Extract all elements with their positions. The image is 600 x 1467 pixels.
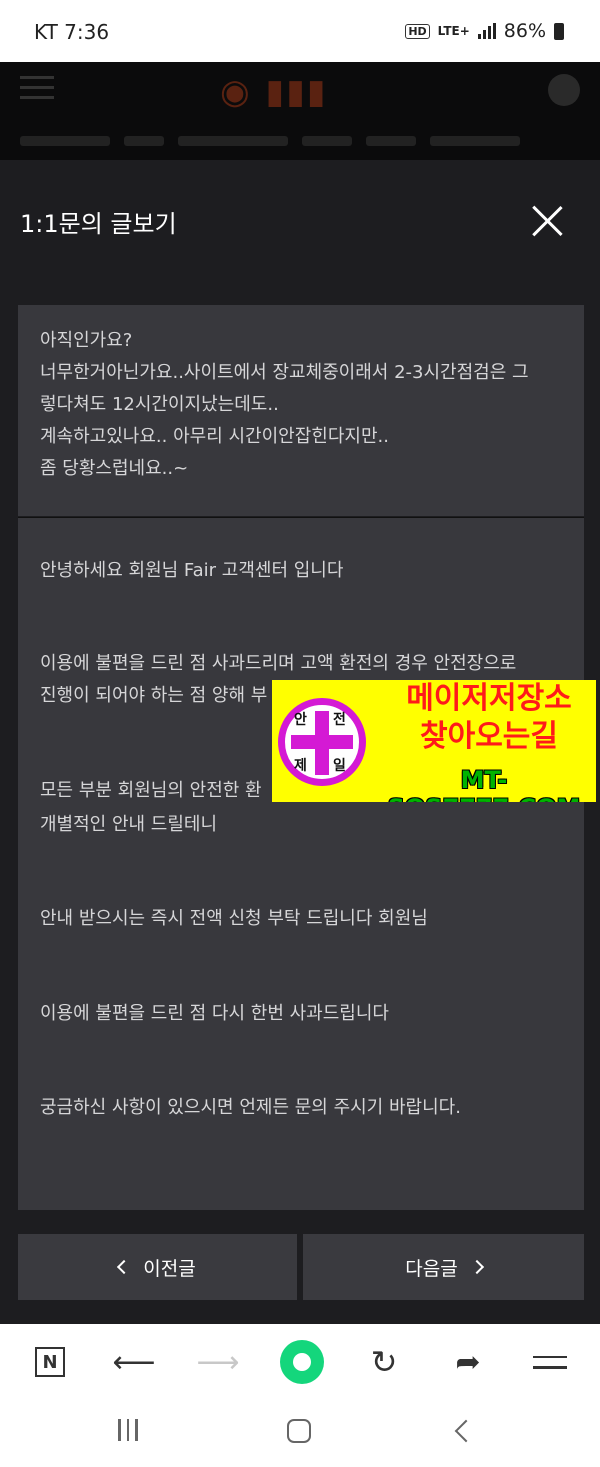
forward-button[interactable]: ⟶ <box>196 1342 240 1382</box>
answer-line: 안녕하세요 회원님 Fair 고객센터 입니다 <box>40 560 344 581</box>
question-line: 아직인가요? <box>40 330 133 351</box>
answer-line: 모든 부분 회원님의 안전한 환 <box>40 780 262 801</box>
answer-line: 이용에 불편을 드린 점 다시 한번 사과드립니다 <box>40 1003 389 1024</box>
chevron-right-icon <box>469 1259 484 1275</box>
hamburger-icon <box>20 76 54 104</box>
next-post-label: 다음글 <box>405 1257 458 1280</box>
answer-box: 안녕하세요 회원님 Fair 고객센터 입니다 이용에 불편을 드린 점 사과드… <box>18 517 584 1210</box>
system-nav-bar <box>0 1399 600 1467</box>
question-line: 좀 당황스럽네요..~ <box>40 458 189 479</box>
question-line: 렇다쳐도 12시간이지났는데도.. <box>40 394 279 415</box>
answer-line: 이용에 불편을 드린 점 사과드리며 고액 환전의 경우 안전장으로 <box>40 653 517 674</box>
battery-percent: 86% <box>503 20 546 42</box>
site-logo: ◉ ▮▮▮ <box>220 72 328 112</box>
recent-apps-button[interactable] <box>118 1419 138 1441</box>
share-icon: ➦ <box>455 1344 481 1380</box>
next-post-button[interactable]: 다음글 <box>303 1234 584 1300</box>
close-button[interactable] <box>530 204 564 238</box>
badge-char: 안 <box>294 712 307 728</box>
safety-badge-icon: 안 전 제 일 <box>278 698 366 786</box>
status-indicators: HD LTE+ 86% <box>405 20 564 42</box>
answer-line: 궁금하신 사항이 있으시면 언제든 문의 주시기 바랍니다. <box>40 1097 461 1118</box>
arrow-right-icon: ⟶ <box>196 1344 240 1380</box>
reload-icon: ↻ <box>370 1343 398 1381</box>
settings-icon <box>548 74 580 106</box>
chevron-left-icon <box>117 1259 132 1275</box>
badge-char: 일 <box>333 758 346 774</box>
status-bar: KT 7:36 HD LTE+ 86% <box>0 0 600 62</box>
system-back-button[interactable] <box>454 1419 478 1443</box>
question-line: 계속하고있나요.. 아무리 시간이안잡힌다지만.. <box>40 426 389 447</box>
badge-char: 제 <box>294 758 307 774</box>
ad-subheadline: 찾아오는길 <box>420 719 558 754</box>
share-button[interactable]: ➦ <box>448 1342 488 1382</box>
browser-toolbar: N ⟵ ⟶ ↻ ➦ <box>0 1324 600 1399</box>
reload-button[interactable]: ↻ <box>364 1342 404 1382</box>
hd-voice-icon: HD <box>405 23 430 39</box>
home-button[interactable] <box>287 1419 311 1443</box>
question-line: 너무한거아닌가요..사이트에서 장교체중이래서 2-3시간점검은 그 <box>40 362 529 383</box>
arrow-left-icon: ⟵ <box>112 1344 156 1380</box>
modal-title: 1:1문의 글보기 <box>20 210 177 238</box>
ad-url: MT-SOS7777.COM <box>388 766 581 802</box>
answer-line: 안내 받으시는 즉시 전액 신청 부탁 드립니다 회원님 <box>40 908 428 929</box>
badge-char: 전 <box>333 712 346 728</box>
naver-button[interactable]: N <box>30 1342 70 1382</box>
carrier-time: KT 7:36 <box>34 20 110 44</box>
ad-headline: 메이저저장소 <box>406 681 572 716</box>
network-type: LTE+ <box>437 24 470 38</box>
battery-icon <box>554 22 564 40</box>
prev-post-label: 이전글 <box>143 1257 196 1280</box>
prev-post-button[interactable]: 이전글 <box>18 1234 297 1300</box>
watermark-ad-banner: 안 전 제 일 메이저저장소 찾아오는길 MT-SOS7777.COM <box>272 680 596 802</box>
answer-line: 개별적인 안내 드릴테니 <box>40 814 218 835</box>
answer-line: 진행이 되어야 하는 점 양해 부 <box>40 685 268 706</box>
back-button[interactable]: ⟵ <box>112 1342 156 1382</box>
green-dot-button[interactable] <box>280 1340 324 1384</box>
site-header-dimmed: ◉ ▮▮▮ <box>0 62 600 160</box>
menu-button[interactable] <box>530 1342 570 1382</box>
signal-icon <box>477 23 496 39</box>
question-box: 아직인가요? 너무한거아닌가요..사이트에서 장교체중이래서 2-3시간점검은 … <box>18 305 584 516</box>
site-subnav <box>20 134 580 148</box>
naver-icon: N <box>35 1347 65 1377</box>
